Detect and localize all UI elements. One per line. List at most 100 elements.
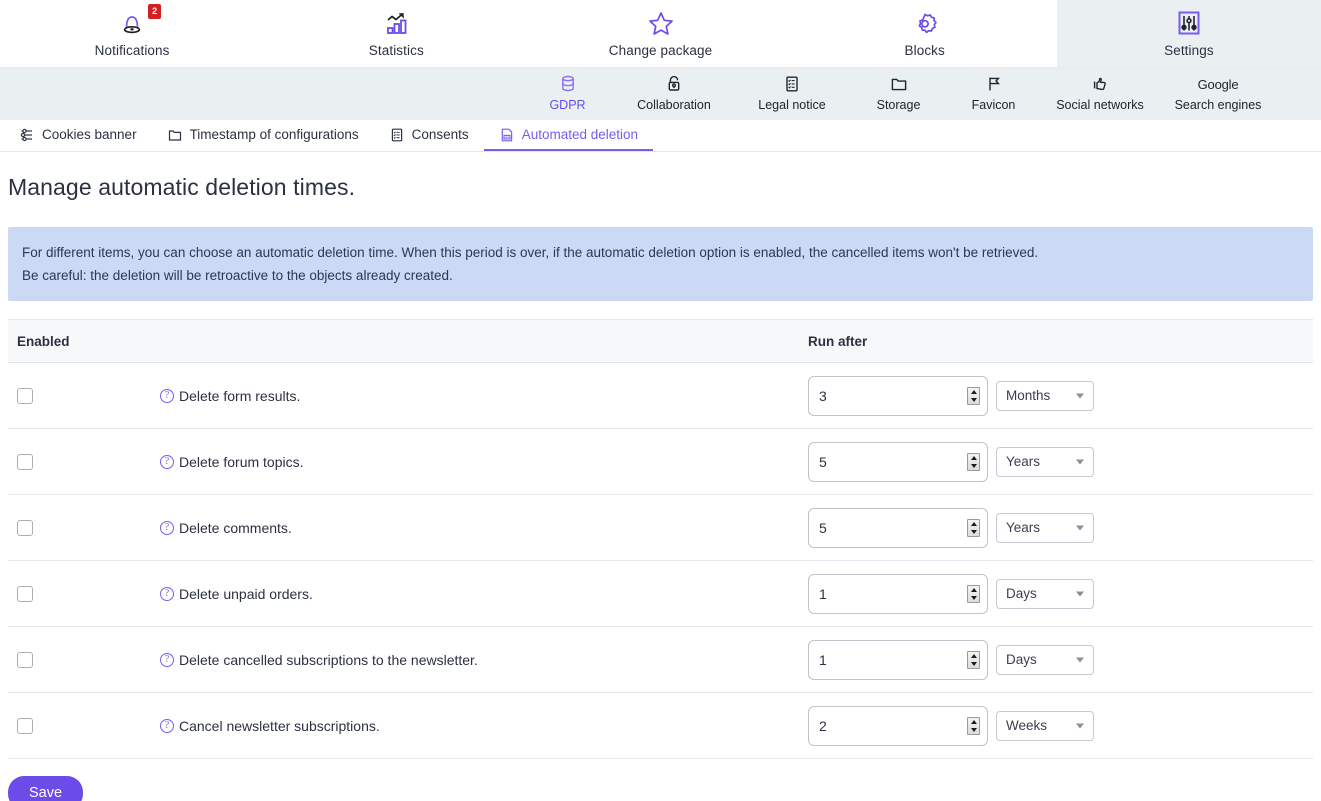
save-button[interactable]: Save xyxy=(8,776,84,801)
cell-run-after: Days xyxy=(808,573,1313,614)
table-row: ? Delete cancelled subscriptions to the … xyxy=(8,627,1313,693)
run-after-amount-wrapper xyxy=(808,441,988,482)
nav-item-statistics[interactable]: Statistics xyxy=(264,0,528,67)
subnav-label-favicon: Favicon xyxy=(971,98,1016,112)
enabled-checkbox-delete-comments[interactable] xyxy=(17,519,33,536)
cell-run-after: Years xyxy=(808,507,1313,548)
run-after-amount-input[interactable] xyxy=(808,705,988,746)
gdpr-tabs: Cookies banner Timestamp of configuratio… xyxy=(0,120,1321,152)
number-stepper[interactable] xyxy=(967,452,980,471)
help-icon[interactable]: ? xyxy=(160,718,174,733)
nav-label-statistics: Statistics xyxy=(368,43,424,58)
folder-icon xyxy=(889,72,909,96)
cell-item-label: ? Delete forum topics. xyxy=(158,454,808,470)
table-row: ? Delete comments. Years xyxy=(8,495,1313,561)
document-delete-icon xyxy=(499,127,515,143)
enabled-checkbox-cancel-newsletter-subscriptions[interactable] xyxy=(17,717,33,734)
google-text-icon: Google xyxy=(1198,72,1239,96)
folder-icon xyxy=(167,127,183,143)
help-icon[interactable]: ? xyxy=(160,520,174,535)
subnav-item-legal-notice[interactable]: Legal notice xyxy=(733,68,851,120)
cell-enabled xyxy=(8,519,158,536)
enabled-checkbox-delete-cancelled-newsletter-subscriptions[interactable] xyxy=(17,651,33,668)
tab-timestamp-of-configurations[interactable]: Timestamp of configurations xyxy=(152,120,374,151)
number-stepper[interactable] xyxy=(967,584,980,603)
chevron-down-icon xyxy=(1076,723,1084,728)
subnav-item-storage[interactable]: Storage xyxy=(851,68,946,120)
document-list-icon xyxy=(389,127,405,143)
tab-label-automated-deletion: Automated deletion xyxy=(521,127,639,142)
cell-item-label: ? Delete comments. xyxy=(158,520,808,536)
table-header-row: Enabled Run after xyxy=(8,319,1313,363)
subnav-item-favicon[interactable]: Favicon xyxy=(946,68,1041,120)
bar-chart-trend-icon xyxy=(381,6,411,42)
nav-item-blocks[interactable]: Blocks xyxy=(793,0,1057,67)
row-label-text: Delete forum topics. xyxy=(179,453,304,470)
help-icon[interactable]: ? xyxy=(160,652,174,667)
table-row: ? Delete forum topics. Years xyxy=(8,429,1313,495)
run-after-amount-wrapper xyxy=(808,375,988,416)
run-after-unit-wrapper: Years xyxy=(996,446,1094,477)
run-after-amount-input[interactable] xyxy=(808,507,988,548)
number-stepper[interactable] xyxy=(967,716,980,735)
nav-label-notifications: Notifications xyxy=(94,43,170,58)
nav-item-change-package[interactable]: Change package xyxy=(528,0,792,67)
number-stepper[interactable] xyxy=(967,518,980,537)
subnav-item-social-networks[interactable]: Social networks xyxy=(1041,68,1159,120)
document-list-icon xyxy=(782,72,802,96)
help-icon[interactable]: ? xyxy=(160,454,174,469)
cell-item-label: ? Delete unpaid orders. xyxy=(158,586,808,602)
cell-enabled xyxy=(8,585,158,602)
run-after-unit-wrapper: Months xyxy=(996,380,1094,411)
run-after-amount-input[interactable] xyxy=(808,441,988,482)
run-after-unit-wrapper: Days xyxy=(996,644,1094,675)
subnav-item-collaboration[interactable]: Collaboration xyxy=(615,68,733,120)
subnav-label-social-networks: Social networks xyxy=(1056,98,1144,112)
page-title: Manage automatic deletion times. xyxy=(8,174,356,200)
nav-item-settings[interactable]: Settings xyxy=(1056,0,1321,67)
table-row: ? Delete unpaid orders. Days xyxy=(8,561,1313,627)
enabled-checkbox-delete-form-results[interactable] xyxy=(17,387,33,404)
primary-navigation: 2 Notifications Statistics Change packag… xyxy=(0,0,1321,68)
google-wordmark: Google xyxy=(1197,76,1239,92)
tab-consents[interactable]: Consents xyxy=(374,120,484,151)
gear-icon xyxy=(910,6,940,42)
cell-run-after: Days xyxy=(808,639,1313,680)
subnav-item-search-engines[interactable]: Google Search engines xyxy=(1159,68,1277,120)
nav-item-notifications[interactable]: 2 Notifications xyxy=(0,0,264,67)
tab-label-consents: Consents xyxy=(411,127,469,142)
run-after-unit-wrapper: Days xyxy=(996,578,1094,609)
cell-run-after: Months xyxy=(808,375,1313,416)
tab-automated-deletion[interactable]: Automated deletion xyxy=(483,120,654,151)
subnav-label-storage: Storage xyxy=(876,98,921,112)
tab-label-cookies-banner: Cookies banner xyxy=(42,127,137,142)
help-icon[interactable]: ? xyxy=(160,586,174,601)
sliders-small-icon xyxy=(19,127,35,143)
run-after-amount-input[interactable] xyxy=(808,375,988,416)
number-stepper[interactable] xyxy=(967,650,980,669)
nav-label-change-package: Change package xyxy=(608,43,713,58)
row-label-text: Delete cancelled subscriptions to the ne… xyxy=(179,651,478,668)
info-banner-line-1: For different items, you can choose an a… xyxy=(22,245,1039,260)
enabled-checkbox-delete-unpaid-orders[interactable] xyxy=(17,585,33,602)
enabled-checkbox-delete-forum-topics[interactable] xyxy=(17,453,33,470)
star-icon xyxy=(646,6,676,42)
run-after-unit-wrapper: Weeks xyxy=(996,710,1094,741)
cell-item-label: ? Delete cancelled subscriptions to the … xyxy=(158,652,808,668)
bell-icon: 2 xyxy=(117,4,162,42)
tab-cookies-banner[interactable]: Cookies banner xyxy=(4,120,152,151)
notifications-badge: 2 xyxy=(148,4,162,19)
chevron-down-icon xyxy=(1076,525,1084,530)
number-stepper[interactable] xyxy=(967,386,980,405)
help-icon[interactable]: ? xyxy=(160,388,174,403)
row-label-text: Delete unpaid orders. xyxy=(179,585,313,602)
chevron-down-icon xyxy=(1076,459,1084,464)
run-after-amount-input[interactable] xyxy=(808,573,988,614)
subnav-label-gdpr: GDPR xyxy=(549,98,586,112)
subnav-item-gdpr[interactable]: GDPR xyxy=(520,68,615,120)
subnav-label-collaboration: Collaboration xyxy=(637,98,711,112)
column-header-run-after: Run after xyxy=(808,333,868,349)
nav-label-settings: Settings xyxy=(1164,43,1214,58)
run-after-amount-input[interactable] xyxy=(808,639,988,680)
nav-label-blocks: Blocks xyxy=(904,43,945,58)
